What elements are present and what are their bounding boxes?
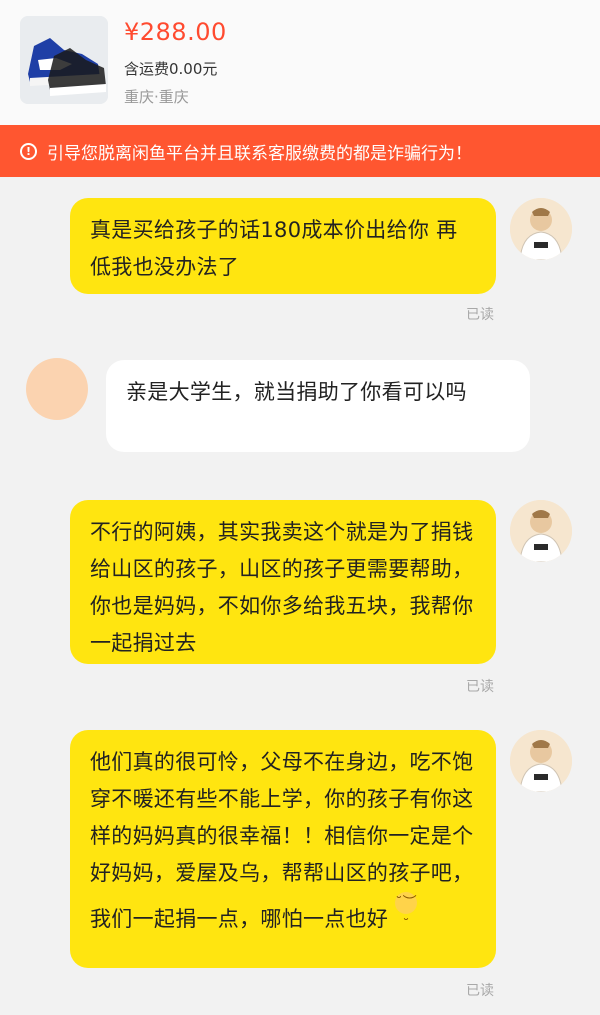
message-text: 真是买给孩子的话180成本价出给你 再低我也没办法了 [90, 218, 458, 279]
message-bubble-theirs[interactable]: 亲是大学生，就当捐助了你看可以吗 [106, 360, 530, 452]
pensive-emoji-icon: ˘︶˘ [395, 892, 418, 933]
read-status: 已读 [466, 983, 494, 999]
message-bubble-mine[interactable]: 真是买给孩子的话180成本价出给你 再低我也没办法了 [70, 198, 496, 294]
alert-icon: ! [20, 142, 37, 160]
message-text: 不行的阿姨，其实我卖这个就是为了捐钱给山区的孩子，山区的孩子更需要帮助，你也是妈… [90, 520, 474, 655]
my-avatar[interactable] [510, 730, 572, 792]
item-location: 重庆·重庆 [124, 88, 189, 106]
shipping-fee: 含运费0.00元 [124, 60, 218, 78]
product-card[interactable]: ¥288.00 含运费0.00元 重庆·重庆 [0, 0, 600, 125]
message-bubble-mine[interactable]: 不行的阿姨，其实我卖这个就是为了捐钱给山区的孩子，山区的孩子更需要帮助，你也是妈… [70, 500, 496, 664]
sneaker-image[interactable] [20, 16, 108, 104]
seller-avatar[interactable] [26, 358, 88, 420]
message-bubble-mine[interactable]: 他们真的很可怜，父母不在身边，吃不饱穿不暖还有些不能上学，你的孩子有你这样的妈妈… [70, 730, 496, 968]
warning-text: 引导您脱离闲鱼平台并且联系客服缴费的都是诈骗行为！ [47, 143, 472, 164]
my-avatar[interactable] [510, 198, 572, 260]
my-avatar[interactable] [510, 500, 572, 562]
product-price: ¥288.00 [124, 18, 227, 46]
fraud-warning-banner: ! 引导您脱离闲鱼平台并且联系客服缴费的都是诈骗行为！ [0, 125, 600, 177]
read-status: 已读 [466, 307, 494, 323]
message-text: 亲是大学生，就当捐助了你看可以吗 [126, 380, 467, 404]
read-status: 已读 [466, 679, 494, 695]
